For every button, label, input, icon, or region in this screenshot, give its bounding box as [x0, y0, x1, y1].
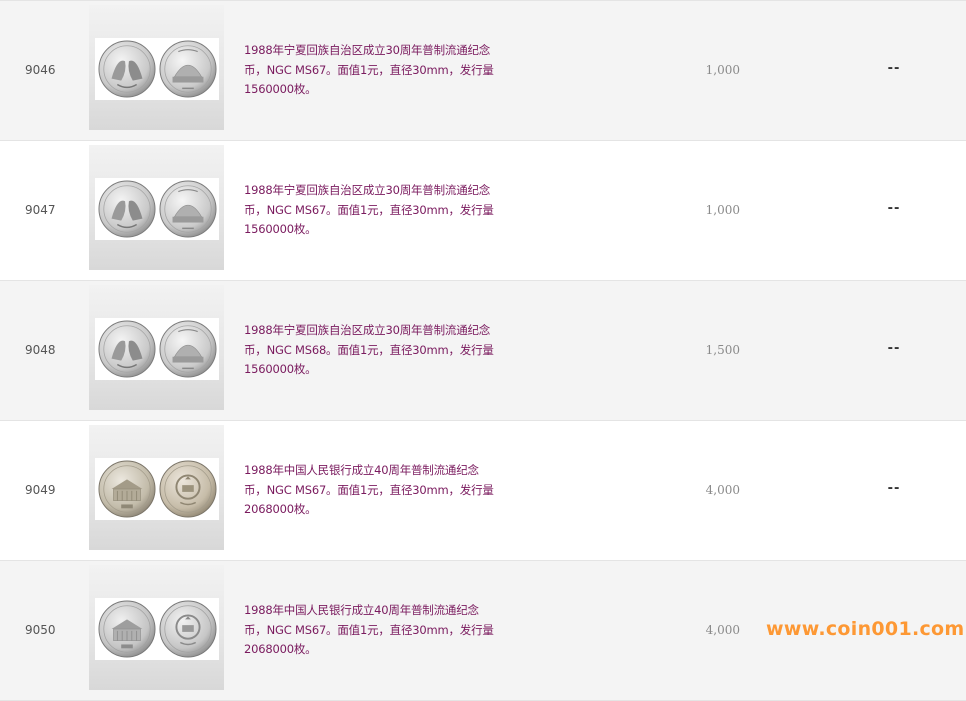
lot-number: 9046	[25, 63, 56, 77]
lot-number: 9048	[25, 343, 56, 357]
description-line: 1988年中国人民银行成立40周年普制流通纪念	[244, 463, 479, 477]
lot-result: --	[887, 481, 901, 496]
description-line: 币，NGC MS67。面值1元，直径30mm，发行量	[244, 62, 494, 77]
description-line: 2068000枚。	[244, 642, 317, 656]
lot-description[interactable]: 1988年宁夏回族自治区成立30周年普制流通纪念 币，NGC MS68。面值1元…	[244, 321, 514, 380]
coin-thumbnail[interactable]	[89, 145, 224, 270]
description-line: 1560000枚。	[244, 82, 317, 96]
lot-table: 9046 1988年宁夏回族自治区成立30周年普制流通纪念 币，NGC MS67…	[0, 0, 966, 701]
lot-description[interactable]: 1988年中国人民银行成立40周年普制流通纪念 币，NGC MS67。面值1元，…	[244, 461, 514, 520]
table-row[interactable]: 9047 1988年宁夏回族自治区成立30周年普制流通纪念 币，NGC MS67…	[0, 141, 966, 281]
site-watermark: www.coin001.com	[766, 618, 965, 640]
coin-thumbnail[interactable]	[89, 285, 224, 410]
description-line: 1560000枚。	[244, 362, 317, 376]
lot-description[interactable]: 1988年宁夏回族自治区成立30周年普制流通纪念 币，NGC MS67。面值1元…	[244, 41, 514, 100]
coin-thumbnail[interactable]	[89, 5, 224, 130]
lot-estimate: 1,000	[705, 203, 740, 217]
national-emblem-coin-icon	[159, 600, 217, 658]
description-line: 币，NGC MS67。面值1元，直径30mm，发行量	[244, 482, 494, 497]
lot-description[interactable]: 1988年宁夏回族自治区成立30周年普制流通纪念 币，NGC MS67。面值1元…	[244, 181, 514, 240]
lot-result: --	[887, 341, 901, 356]
coin-thumbnail[interactable]	[89, 565, 224, 690]
ningxia-two-figures-coin-icon	[98, 180, 156, 238]
lot-estimate: 4,000	[705, 623, 740, 637]
ningxia-mosque-coin-icon	[159, 40, 217, 98]
lot-estimate: 1,000	[705, 63, 740, 77]
table-row[interactable]: 9046 1988年宁夏回族自治区成立30周年普制流通纪念 币，NGC MS67…	[0, 0, 966, 141]
lot-result: --	[887, 61, 901, 76]
description-line: 1988年宁夏回族自治区成立30周年普制流通纪念	[244, 323, 491, 337]
ningxia-mosque-coin-icon	[159, 320, 217, 378]
ningxia-mosque-coin-icon	[159, 180, 217, 238]
pboc-building-coin-icon	[98, 460, 156, 518]
ningxia-two-figures-coin-icon	[98, 40, 156, 98]
description-line: 1988年宁夏回族自治区成立30周年普制流通纪念	[244, 183, 491, 197]
lot-number: 9050	[25, 623, 56, 637]
description-line: 1560000枚。	[244, 222, 317, 236]
description-line: 2068000枚。	[244, 502, 317, 516]
description-line: 1988年宁夏回族自治区成立30周年普制流通纪念	[244, 43, 491, 57]
lot-estimate: 1,500	[705, 343, 740, 357]
description-line: 币，NGC MS68。面值1元，直径30mm，发行量	[244, 342, 494, 357]
table-row[interactable]: 9049 1988年中国人民银行成立40周年普制流通纪念 币，NGC MS67。…	[0, 421, 966, 561]
description-line: 币，NGC MS67。面值1元，直径30mm，发行量	[244, 202, 494, 217]
lot-result: --	[887, 201, 901, 216]
lot-number: 9049	[25, 483, 56, 497]
lot-number: 9047	[25, 203, 56, 217]
national-emblem-coin-icon	[159, 460, 217, 518]
pboc-building-coin-icon	[98, 600, 156, 658]
coin-thumbnail[interactable]	[89, 425, 224, 550]
lot-estimate: 4,000	[705, 483, 740, 497]
description-line: 1988年中国人民银行成立40周年普制流通纪念	[244, 603, 479, 617]
lot-description[interactable]: 1988年中国人民银行成立40周年普制流通纪念 币，NGC MS67。面值1元，…	[244, 601, 514, 660]
table-row[interactable]: 9048 1988年宁夏回族自治区成立30周年普制流通纪念 币，NGC MS68…	[0, 281, 966, 421]
ningxia-two-figures-coin-icon	[98, 320, 156, 378]
description-line: 币，NGC MS67。面值1元，直径30mm，发行量	[244, 622, 494, 637]
